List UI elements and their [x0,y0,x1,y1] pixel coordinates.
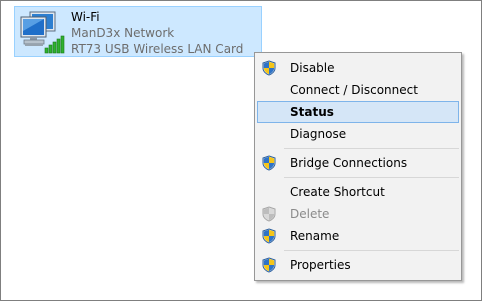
menu-item-label: Create Shortcut [290,185,385,199]
adapter-details: Wi-Fi ManD3x Network RT73 USB Wireless L… [71,9,243,57]
menu-item-disable[interactable]: Disable [257,57,459,79]
menu-item-label: Bridge Connections [290,156,408,170]
menu-item-bridge-connections[interactable]: Bridge Connections [257,152,459,174]
wireless-network-adapter-icon [19,11,65,55]
menu-item-diagnose[interactable]: Diagnose [257,123,459,145]
uac-shield-icon [261,60,277,76]
adapter-device: RT73 USB Wireless LAN Card [71,42,244,56]
context-menu: Disable Connect / Disconnect Status Diag… [254,52,462,281]
uac-shield-icon [261,228,277,244]
uac-shield-icon [261,257,277,273]
uac-shield-icon [261,155,277,171]
window-frame: Wi-Fi ManD3x Network RT73 USB Wireless L… [0,0,482,301]
menu-item-label: Status [290,105,334,119]
menu-separator [284,250,459,251]
menu-item-status[interactable]: Status [257,101,459,123]
menu-item-label: Disable [290,61,335,75]
menu-separator [284,148,459,149]
menu-item-create-shortcut[interactable]: Create Shortcut [257,181,459,203]
menu-separator [284,177,459,178]
menu-item-label: Connect / Disconnect [290,83,418,97]
menu-item-label: Diagnose [290,127,347,141]
menu-item-label: Delete [290,207,330,221]
menu-item-connect-disconnect[interactable]: Connect / Disconnect [257,79,459,101]
menu-item-properties[interactable]: Properties [257,254,459,276]
menu-item-delete: Delete [257,203,459,225]
adapter-network: ManD3x Network [71,26,175,40]
adapter-name: Wi-Fi [71,10,100,24]
menu-item-rename[interactable]: Rename [257,225,459,247]
network-adapter-wifi[interactable]: Wi-Fi ManD3x Network RT73 USB Wireless L… [14,6,262,57]
uac-shield-icon [261,206,277,222]
menu-item-label: Properties [290,258,351,272]
menu-item-label: Rename [290,229,340,243]
